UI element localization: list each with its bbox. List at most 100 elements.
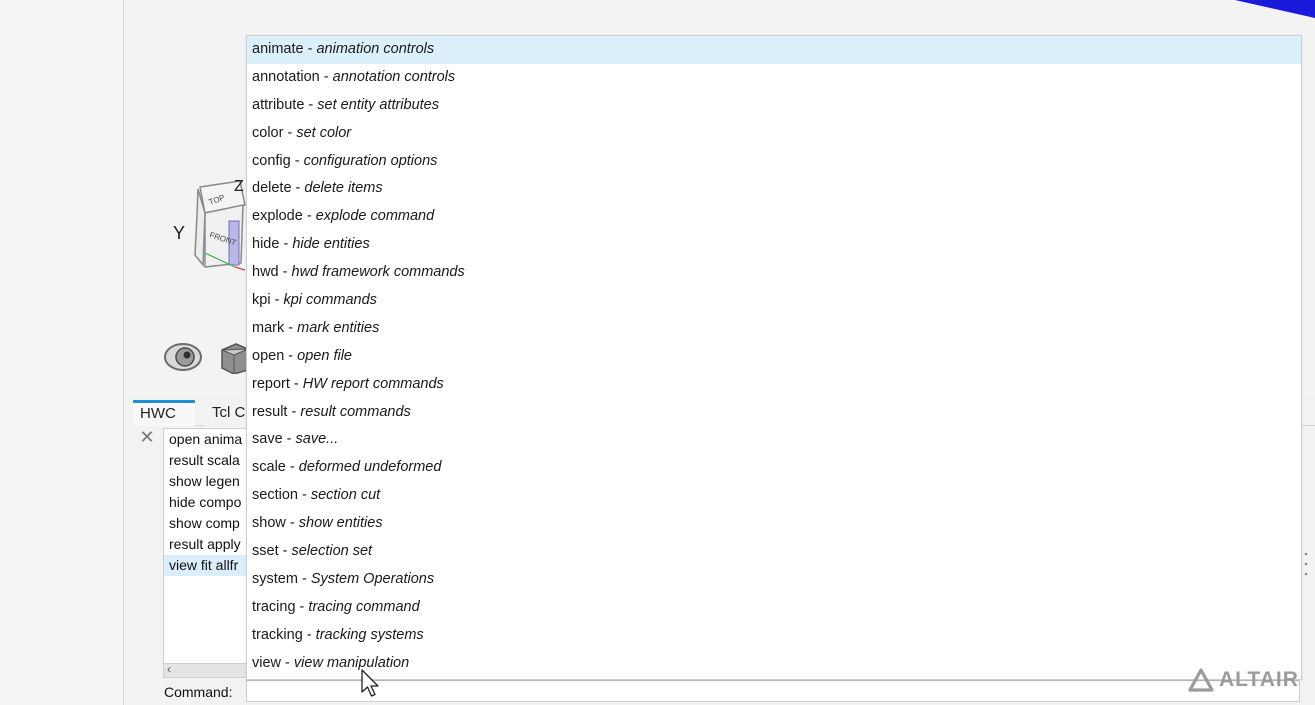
suggestion-item-save[interactable]: save - save...	[247, 426, 1301, 454]
suggestion-command: attribute	[252, 96, 305, 113]
command-autocomplete-dropdown[interactable]: animate - animation controls annotation -…	[246, 35, 1302, 680]
suggestion-separator: -	[285, 459, 299, 476]
suggestion-description: save...	[295, 431, 339, 448]
suggestion-item-hide[interactable]: hide - hide entities	[247, 231, 1301, 259]
suggestion-separator: -	[285, 515, 299, 532]
horizontal-scrollbar[interactable]: ‹	[164, 662, 252, 677]
history-item[interactable]: hide compo	[164, 492, 252, 513]
suggestion-separator: -	[284, 319, 298, 336]
suggestion-item-report[interactable]: report - HW report commands	[247, 371, 1301, 399]
history-item[interactable]: result apply	[164, 534, 252, 555]
history-item[interactable]: open anima	[164, 429, 252, 450]
suggestion-separator: -	[270, 292, 284, 309]
suggestion-command: result	[252, 403, 288, 420]
suggestion-description: annotation controls	[332, 68, 456, 85]
close-icon[interactable]: ✕	[138, 427, 156, 447]
suggestion-command: config	[252, 152, 291, 169]
suggestion-description: view manipulation	[293, 654, 410, 671]
suggestion-command: report	[252, 375, 290, 392]
suggestion-command: system	[252, 570, 298, 587]
suggestion-separator: -	[281, 654, 294, 671]
suggestion-item-attribute[interactable]: attribute - set entity attributes	[247, 92, 1301, 120]
part-box-icon[interactable]	[218, 340, 248, 374]
suggestion-command: color	[252, 124, 284, 141]
history-item[interactable]: result scala	[164, 450, 252, 471]
suggestion-command: kpi	[252, 292, 271, 309]
suggestion-item-section[interactable]: section - section cut	[247, 482, 1301, 510]
resize-grip-icon[interactable]	[1303, 550, 1309, 580]
suggestion-description: set entity attributes	[317, 96, 439, 113]
history-item-selected[interactable]: view fit allfr	[164, 555, 252, 576]
suggestion-item-mark[interactable]: mark - mark entities	[247, 315, 1301, 343]
suggestion-description: show entities	[298, 515, 383, 532]
suggestion-description: configuration options	[303, 152, 438, 169]
history-item[interactable]: show comp	[164, 513, 252, 534]
suggestion-description: delete items	[304, 180, 383, 197]
suggestion-item-open[interactable]: open - open file	[247, 343, 1301, 371]
suggestion-item-result[interactable]: result - result commands	[247, 399, 1301, 427]
suggestion-item-view[interactable]: view - view manipulation	[247, 650, 1301, 678]
suggestion-separator: -	[279, 236, 293, 253]
suggestion-separator: -	[282, 431, 296, 448]
suggestion-command: hwd	[252, 264, 279, 281]
suggestion-separator: -	[297, 487, 311, 504]
axis-z-label: Z	[234, 178, 244, 195]
suggestion-command: delete	[252, 180, 292, 197]
suggestion-separator: -	[302, 208, 316, 225]
suggestion-separator: -	[289, 375, 303, 392]
suggestion-command: show	[252, 515, 286, 532]
suggestion-item-sset[interactable]: sset - selection set	[247, 538, 1301, 566]
suggestion-description: hwd framework commands	[291, 264, 465, 281]
command-label: Command:	[164, 684, 233, 700]
suggestion-description: result commands	[300, 403, 411, 420]
suggestion-description: tracing command	[308, 598, 420, 615]
suggestion-separator: -	[284, 347, 298, 364]
corner-accent-shape	[1235, 0, 1315, 18]
suggestion-item-hwd[interactable]: hwd - hwd framework commands	[247, 259, 1301, 287]
suggestion-description: System Operations	[310, 570, 435, 587]
suggestion-item-animate[interactable]: animate - animation controls	[247, 36, 1301, 64]
suggestion-description: section cut	[310, 487, 381, 504]
suggestion-item-tracing[interactable]: tracing - tracing command	[247, 594, 1301, 622]
suggestion-item-color[interactable]: color - set color	[247, 120, 1301, 148]
axis-y-label: Y	[173, 223, 186, 243]
suggestion-description: set color	[296, 124, 352, 141]
suggestion-item-kpi[interactable]: kpi - kpi commands	[247, 287, 1301, 315]
suggestion-description: open file	[297, 347, 352, 364]
altair-logo-text: ALTAIR	[1219, 668, 1299, 691]
suggestion-command: sset	[252, 543, 279, 560]
suggestion-command: open	[252, 347, 285, 364]
suggestion-item-scale[interactable]: scale - deformed undeformed	[247, 454, 1301, 482]
suggestion-command: tracking	[252, 626, 303, 643]
suggestion-command: scale	[252, 459, 286, 476]
altair-logo-icon	[1188, 668, 1214, 692]
suggestion-command: explode	[252, 208, 303, 225]
suggestion-description: explode command	[315, 208, 435, 225]
history-item[interactable]: show legen	[164, 471, 252, 492]
command-input[interactable]	[246, 680, 1300, 702]
suggestion-separator: -	[319, 68, 333, 85]
suggestion-separator: -	[303, 41, 317, 57]
suggestion-item-delete[interactable]: delete - delete items	[247, 175, 1301, 203]
eye-icon[interactable]	[163, 340, 203, 374]
suggestion-item-show[interactable]: show - show entities	[247, 510, 1301, 538]
suggestion-item-system[interactable]: system - System Operations	[247, 566, 1301, 594]
suggestion-separator: -	[291, 180, 305, 197]
suggestion-item-annotation[interactable]: annotation - annotation controls	[247, 64, 1301, 92]
suggestion-separator: -	[278, 264, 292, 281]
suggestion-command: save	[252, 431, 283, 448]
command-history-list[interactable]: open anima result scala show legen hide …	[163, 428, 253, 678]
suggestion-separator: -	[278, 543, 292, 560]
scroll-left-icon[interactable]: ‹	[167, 662, 171, 676]
suggestion-description: animation controls	[316, 41, 435, 57]
suggestion-item-tracking[interactable]: tracking - tracking systems	[247, 622, 1301, 650]
suggestion-separator: -	[283, 124, 297, 141]
suggestion-command: animate	[252, 41, 304, 57]
tab-hwc[interactable]: HWC	[133, 400, 195, 426]
suggestion-item-config[interactable]: config - configuration options	[247, 148, 1301, 176]
suggestion-description: kpi commands	[283, 292, 377, 309]
suggestion-description: mark entities	[297, 319, 380, 336]
suggestion-item-explode[interactable]: explode - explode command	[247, 203, 1301, 231]
suggestion-command: hide	[252, 236, 280, 253]
suggestion-description: tracking systems	[315, 626, 424, 643]
